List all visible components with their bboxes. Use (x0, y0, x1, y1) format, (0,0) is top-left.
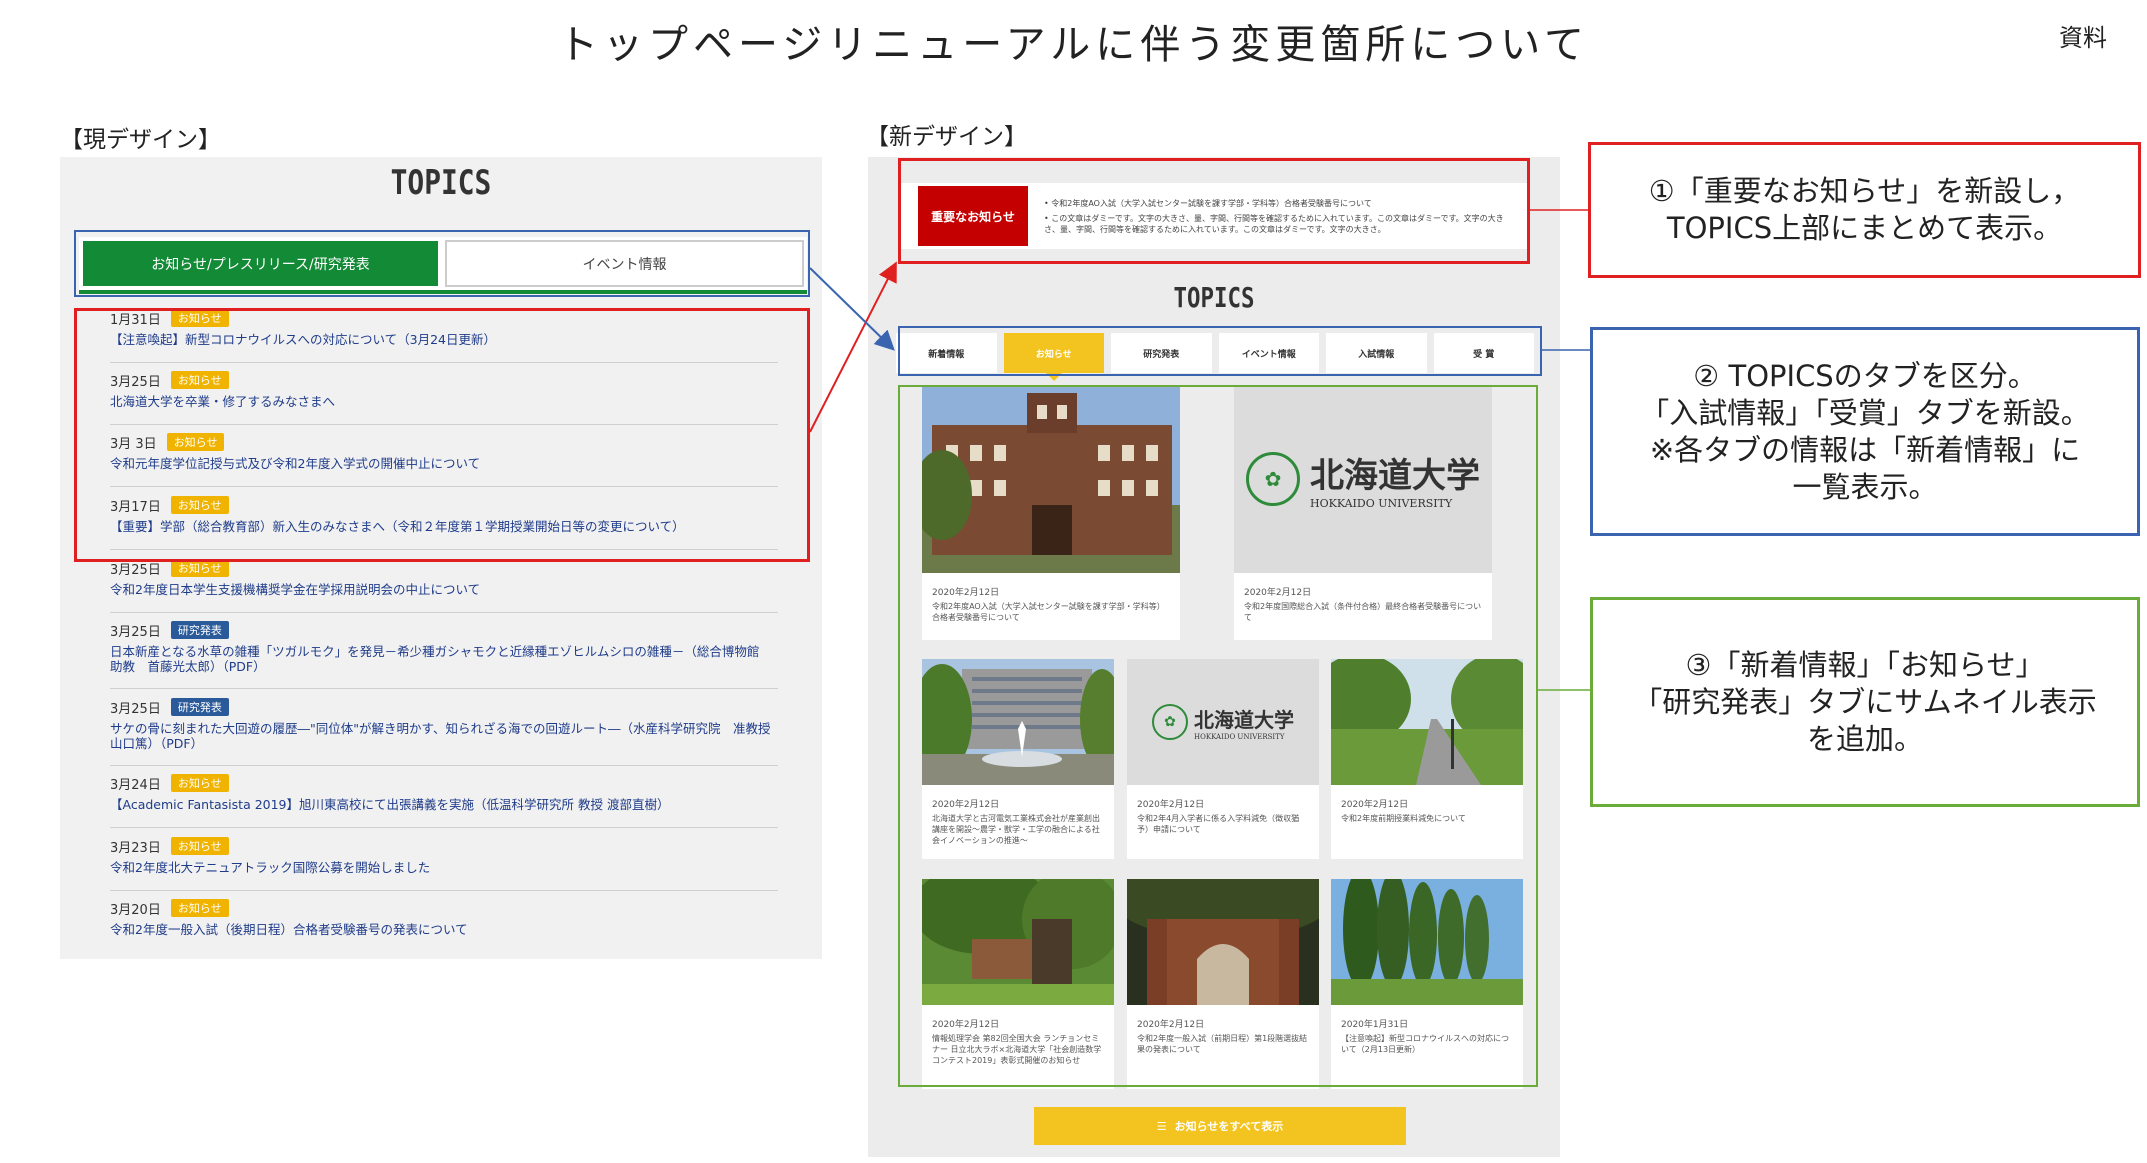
arrow-blue (809, 267, 895, 351)
arrow-red (809, 261, 897, 433)
connector-arrows (809, 209, 1590, 691)
